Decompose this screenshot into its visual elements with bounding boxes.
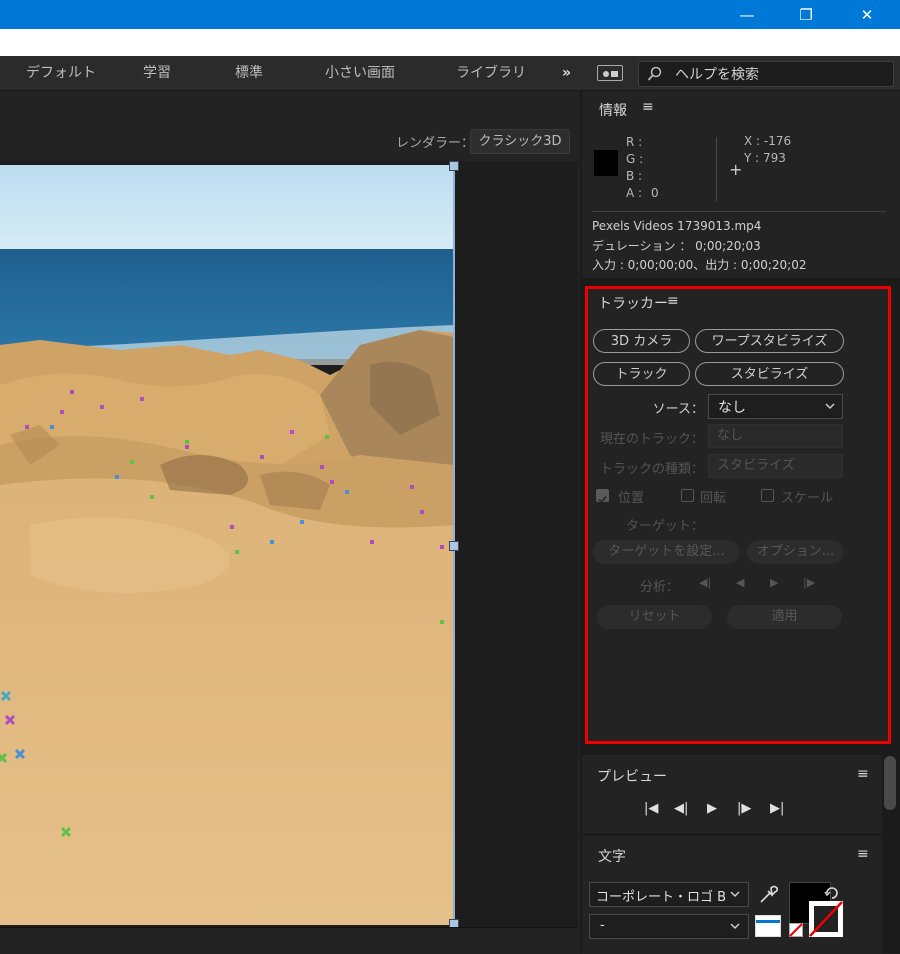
first-frame-icon[interactable]: |◀ — [644, 801, 658, 816]
tracker-highlight-frame — [585, 286, 891, 744]
preview-panel-title: プレビュー — [597, 769, 667, 785]
workspace-default[interactable]: デフォルト — [26, 56, 96, 90]
workspace-more-icon[interactable]: » — [562, 56, 571, 90]
composition-footer — [0, 927, 578, 954]
stroke-color-swatch[interactable] — [808, 900, 844, 938]
beach-footage-image — [0, 165, 454, 925]
font-style-value: - — [600, 918, 605, 933]
panel-scrollbar[interactable] — [884, 756, 896, 810]
chevron-down-icon — [730, 891, 740, 898]
next-frame-icon[interactable]: |▶ — [737, 801, 751, 816]
info-panel-title: 情報 — [599, 103, 627, 119]
info-b: B : — [626, 169, 643, 183]
font-family-value: コーポレート・ロゴ B — [596, 890, 727, 905]
info-duration: デュレーション ： 0;00;20;03 — [592, 239, 761, 253]
footage-frame[interactable] — [0, 165, 454, 925]
info-separator — [592, 211, 886, 212]
previous-frame-icon[interactable]: ◀| — [674, 801, 688, 816]
restore-icon[interactable]: ❐ — [783, 0, 829, 29]
crosshair-icon: + — [729, 160, 743, 179]
info-r: R : — [626, 135, 643, 149]
color-swatch — [594, 150, 618, 176]
font-family-dropdown[interactable]: コーポレート・ロゴ B — [589, 882, 749, 907]
info-x: X : -176 — [744, 134, 792, 148]
eyedropper-icon[interactable] — [757, 884, 779, 906]
preview-menu-icon[interactable]: ≡ — [857, 766, 869, 782]
info-in-out: 入力 : 0;00;00;00、出力 : 0;00;20;02 — [592, 258, 807, 272]
last-frame-icon[interactable]: ▶| — [770, 801, 784, 816]
search-field[interactable]: ヘルプを検索 — [638, 61, 894, 87]
workspace-standard[interactable]: 標準 — [235, 56, 263, 90]
renderer-label: レンダラー： — [396, 136, 475, 151]
info-a-value: 0 — [651, 186, 659, 200]
workspace-libraries[interactable]: ライブラリ — [456, 56, 526, 90]
menu-bar — [0, 29, 900, 56]
no-fill-icon[interactable] — [789, 923, 803, 937]
search-icon — [647, 66, 662, 81]
info-y: Y : 793 — [744, 151, 786, 165]
character-menu-icon[interactable]: ≡ — [857, 846, 869, 862]
workspace-learn[interactable]: 学習 — [143, 56, 171, 90]
layer-handle-right[interactable] — [449, 541, 459, 551]
info-menu-icon[interactable]: ≡ — [642, 99, 654, 115]
workspace-small-screen[interactable]: 小さい画面 — [325, 56, 395, 90]
minimize-icon[interactable]: — — [724, 0, 770, 29]
chevron-down-icon — [730, 923, 740, 930]
character-panel-title: 文字 — [598, 849, 626, 865]
font-style-dropdown[interactable]: - — [589, 914, 749, 939]
play-icon[interactable]: ▶ — [707, 801, 717, 816]
info-a: A : — [626, 186, 643, 200]
info-g: G : — [626, 152, 644, 166]
layer-handle-top-right[interactable] — [449, 161, 459, 171]
sync-settings-icon[interactable] — [597, 65, 623, 81]
info-file-name: Pexels Videos 1739013.mp4 — [592, 219, 762, 233]
stroke-swatch[interactable] — [755, 915, 781, 937]
swap-colors-icon[interactable] — [824, 885, 840, 901]
renderer-button[interactable]: クラシック3D — [470, 129, 570, 154]
search-placeholder: ヘルプを検索 — [675, 67, 759, 83]
close-icon[interactable]: ✕ — [844, 0, 890, 29]
info-divider — [716, 137, 717, 201]
